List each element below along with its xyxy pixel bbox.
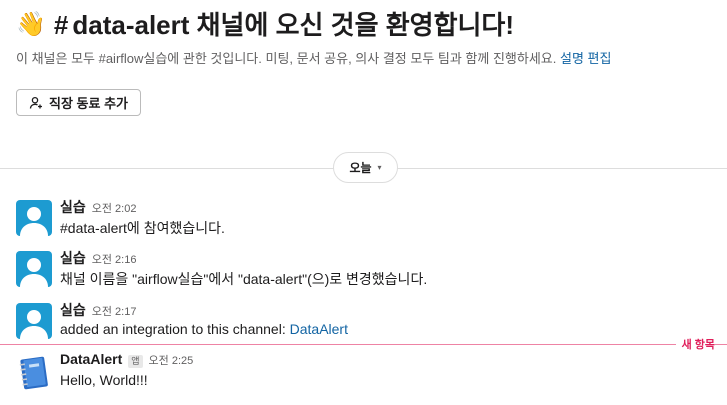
message-text: Hello, World!!! [60,372,148,388]
add-coworker-label: 직장 동료 추가 [49,96,128,111]
message-text: 채널 이름을 "airflow실습"에서 "data-alert"(으)로 변경… [60,271,428,287]
message-time[interactable]: 오전 2:16 [92,251,137,267]
edit-link[interactable]: 편집 [588,51,612,66]
sender-name[interactable]: DataAlert [60,351,122,367]
new-items-label: 새 항목 [675,336,715,352]
message-text-prefix: added an integration to this channel: [60,321,290,337]
sender-name[interactable]: 실습 [60,197,86,217]
message-header: 실습 오전 2:17 [60,300,136,320]
new-items-line [0,344,727,345]
channel-hash: # [53,10,69,40]
sender-name[interactable]: 실습 [60,248,86,268]
waving-hand-icon: 👋 [16,11,46,38]
message-time[interactable]: 오전 2:17 [92,303,137,319]
message-item[interactable]: 실습 오전 2:16 채널 이름을 "airflow실습"에서 "data-al… [16,248,727,296]
message-item[interactable]: 실습 오전 2:17 added an integration to this … [16,300,727,348]
channel-description-text: 이 채널은 모두 #airflow실습에 관한 것입니다. 미팅, 문서 공유,… [16,51,557,66]
notebook-app-icon [19,356,48,390]
integration-link[interactable]: DataAlert [290,321,348,337]
add-user-icon [29,96,43,110]
channel-view: 👋 # data-alert 채널에 오신 것을 환영합니다! 이 채널은 모두… [0,0,727,405]
app-avatar[interactable] [16,354,52,390]
sender-name[interactable]: 실습 [60,300,86,320]
message-text: added an integration to this channel: Da… [60,321,348,337]
app-badge: 앱 [128,355,143,368]
message-header: 실습 오전 2:02 [60,197,136,217]
message-text: #data-alert에 참여했습니다. [60,220,225,236]
day-label: 오늘 [349,161,372,175]
avatar[interactable] [16,251,52,287]
message-item[interactable]: DataAlert 앱 오전 2:25 Hello, World!!! [16,351,727,399]
new-items-divider: 새 항목 [0,336,727,352]
day-jump-button[interactable]: 오늘 ▾ [333,152,398,183]
chevron-down-icon: ▾ [377,163,382,172]
channel-description: 이 채널은 모두 #airflow실습에 관한 것입니다. 미팅, 문서 공유,… [16,48,719,67]
message-item[interactable]: 실습 오전 2:02 #data-alert에 참여했습니다. [16,197,727,245]
channel-intro-suffix: 채널에 오신 것을 환영합니다! [189,10,514,40]
message-time[interactable]: 오전 2:02 [92,200,137,216]
avatar[interactable] [16,303,52,339]
add-coworker-button[interactable]: 직장 동료 추가 [16,89,141,116]
describe-link[interactable]: 설명 [560,51,584,66]
channel-intro-title: 👋 # data-alert 채널에 오신 것을 환영합니다! [16,8,719,42]
message-header: 실습 오전 2:16 [60,248,136,268]
avatar[interactable] [16,200,52,236]
channel-intro: 👋 # data-alert 채널에 오신 것을 환영합니다! 이 채널은 모두… [16,8,719,67]
message-header: DataAlert 앱 오전 2:25 [60,351,193,368]
message-time[interactable]: 오전 2:25 [149,352,194,368]
day-divider: 오늘 ▾ [0,152,727,184]
channel-name: data-alert [72,10,190,40]
